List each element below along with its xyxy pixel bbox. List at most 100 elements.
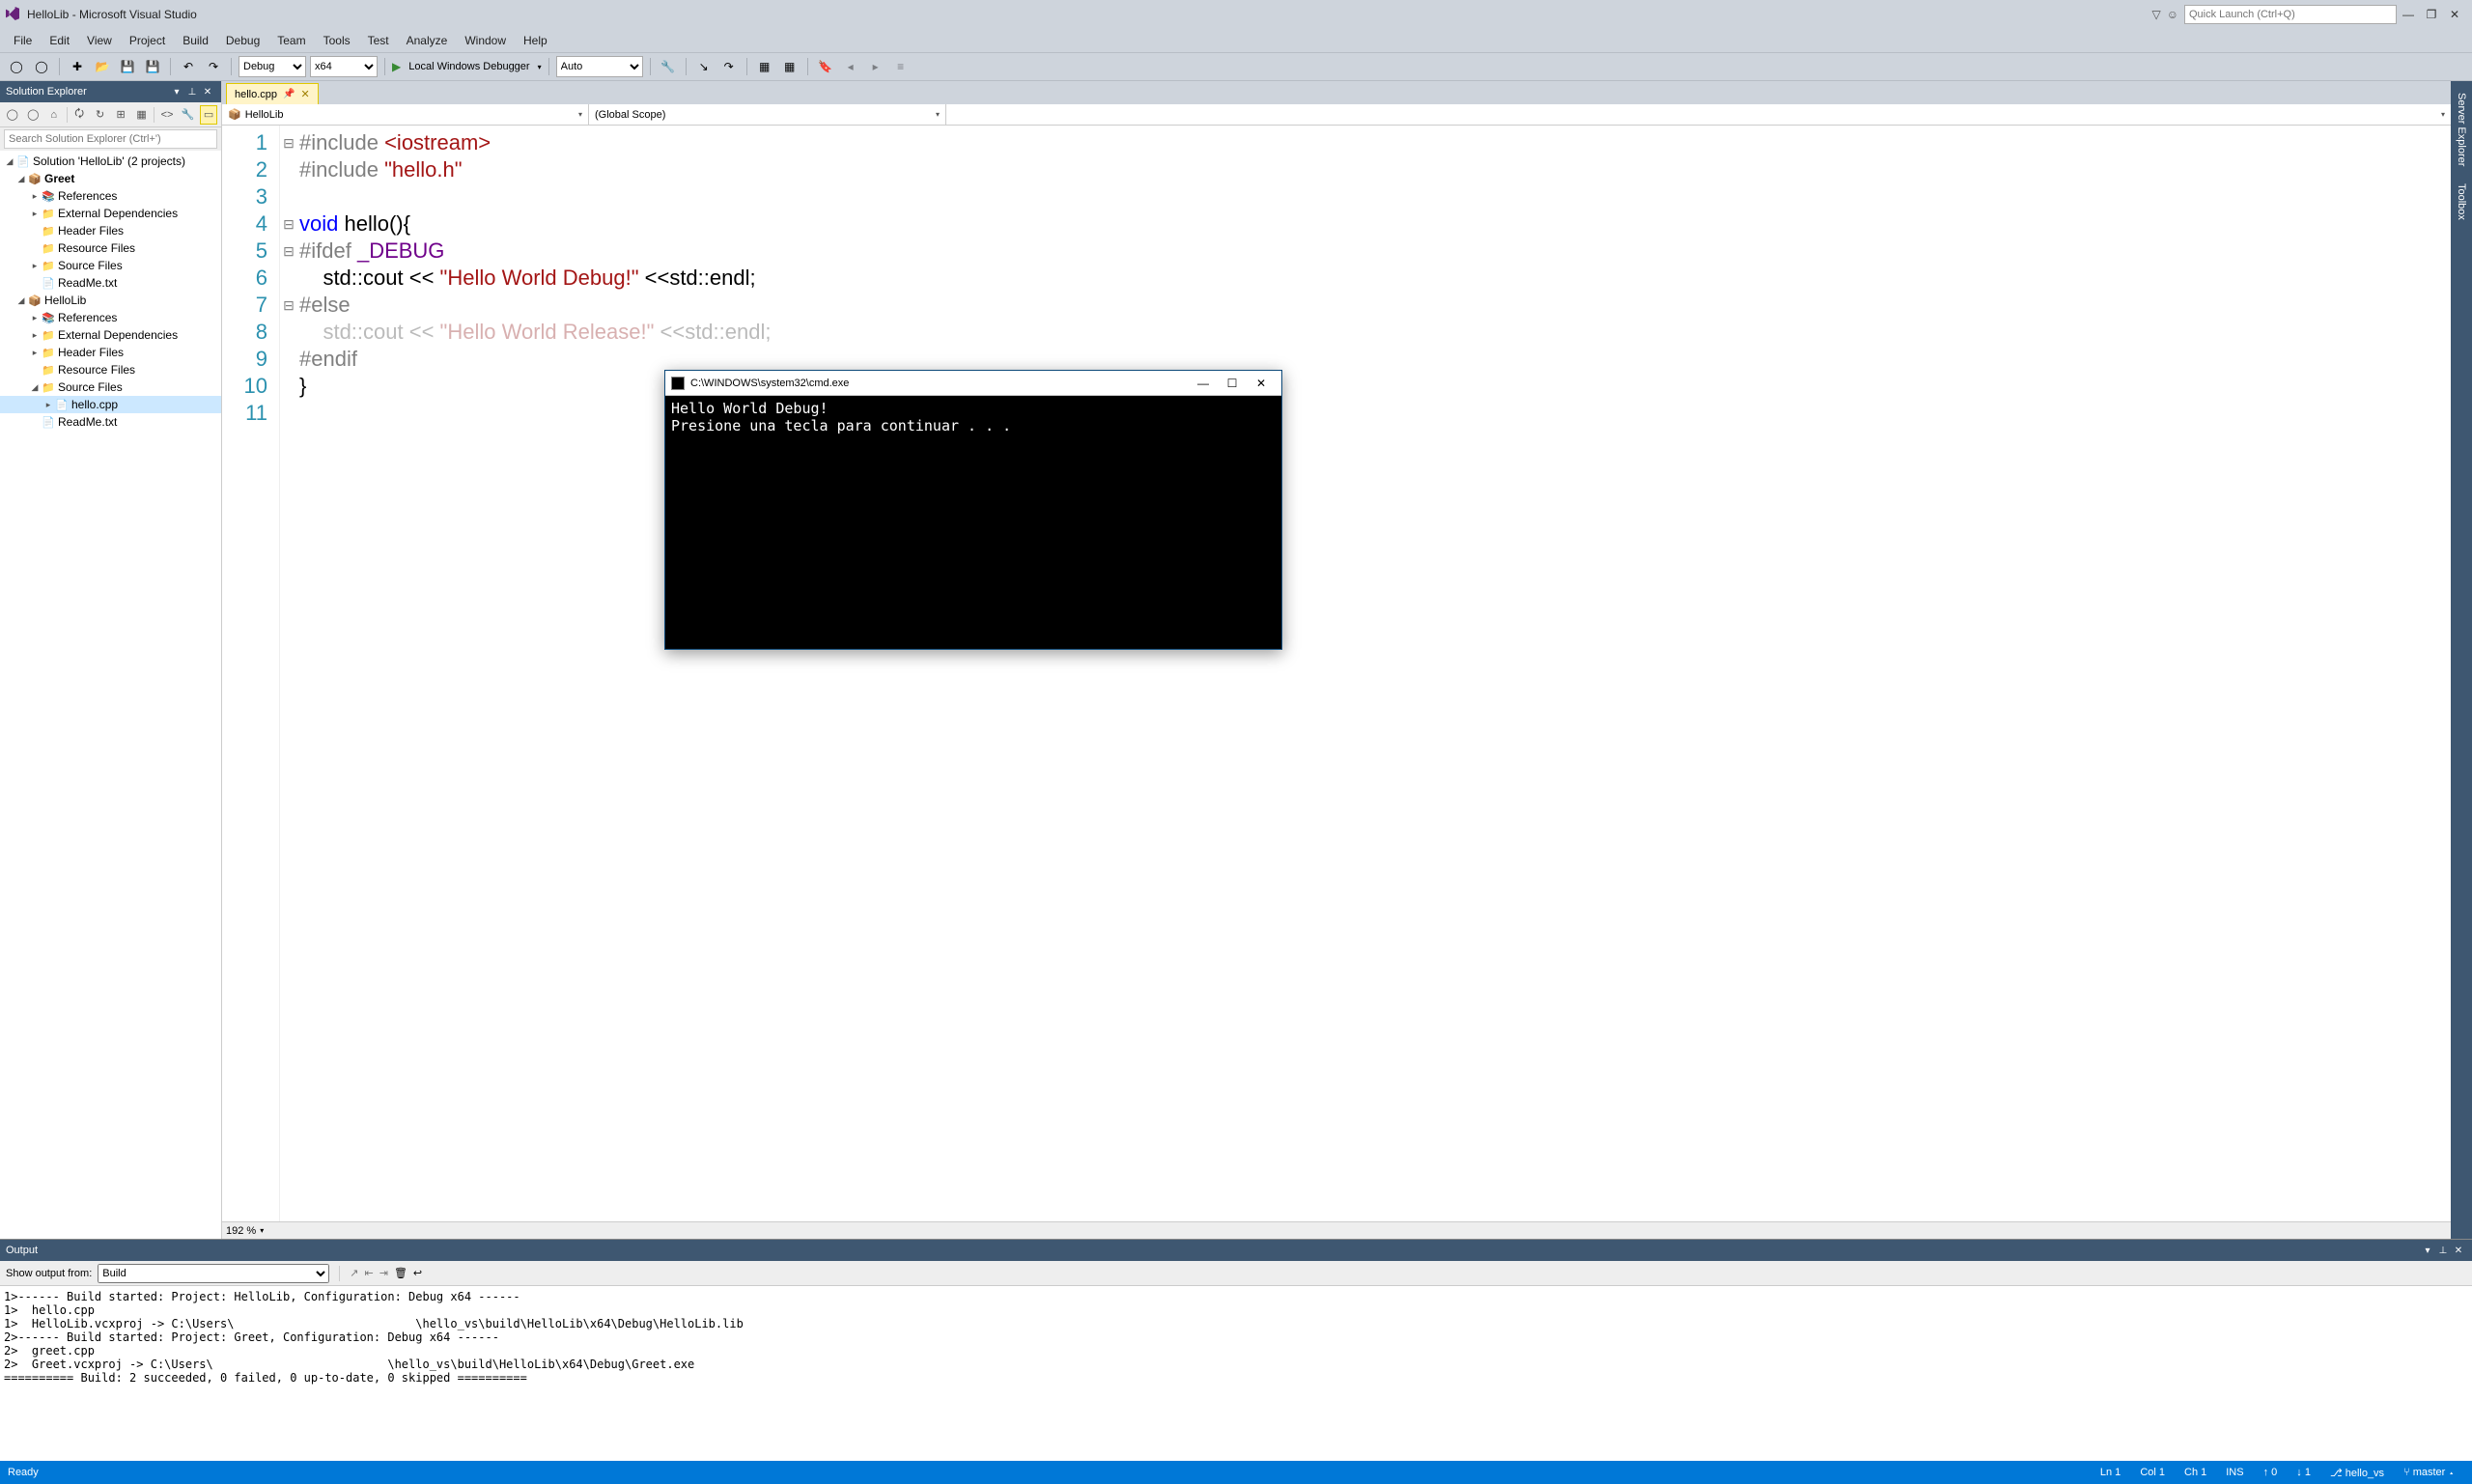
console-minimize-icon[interactable]: — — [1189, 377, 1218, 390]
panel-pin-icon[interactable]: ⊥ — [184, 87, 200, 98]
save-all-icon[interactable]: 💾 — [142, 56, 163, 77]
zoom-level[interactable]: 192 % — [226, 1225, 256, 1237]
se-fwd-icon[interactable]: ◯ — [25, 105, 42, 125]
debugger-label[interactable]: Local Windows Debugger — [405, 61, 533, 72]
status-up[interactable]: ↑ 0 — [2254, 1467, 2288, 1478]
menu-window[interactable]: Window — [457, 32, 514, 49]
project-greet[interactable]: ◢📦 Greet — [0, 170, 221, 187]
minimize-button[interactable]: — — [2397, 8, 2420, 21]
menu-team[interactable]: Team — [269, 32, 313, 49]
undo-icon[interactable]: ↶ — [178, 56, 199, 77]
nav-project-dropdown[interactable]: 📦 HelloLib ▾ — [222, 104, 589, 125]
quick-launch-input[interactable] — [2184, 5, 2397, 24]
toolbox-tab[interactable]: Toolbox — [2454, 180, 2469, 224]
menu-view[interactable]: View — [79, 32, 120, 49]
save-icon[interactable]: 💾 — [117, 56, 138, 77]
play-icon[interactable]: ▶ — [392, 60, 401, 73]
toolbar-icon-3[interactable]: ▦ — [779, 56, 801, 77]
menu-help[interactable]: Help — [516, 32, 555, 49]
output-pin-icon[interactable]: ⊥ — [2435, 1246, 2451, 1256]
nav-back-icon[interactable]: ◯ — [6, 56, 27, 77]
console-body[interactable]: Hello World Debug! Presione una tecla pa… — [665, 396, 1281, 649]
out-goto-icon[interactable]: ↗ — [350, 1267, 358, 1279]
menu-analyze[interactable]: Analyze — [399, 32, 456, 49]
se-refresh-icon[interactable]: ↻ — [92, 105, 109, 125]
project-hellolib[interactable]: ◢📦 HelloLib — [0, 292, 221, 309]
close-button[interactable]: ✕ — [2443, 8, 2466, 21]
out-clear-icon[interactable]: 🗑 — [394, 1267, 407, 1279]
se-home-icon[interactable]: ⌂ — [45, 105, 63, 125]
config-select[interactable]: Debug — [239, 56, 306, 77]
se-collapse-icon[interactable]: ⊞ — [112, 105, 129, 125]
hellolib-external-deps[interactable]: ▸📁External Dependencies — [0, 326, 221, 344]
out-prev-icon[interactable]: ⇤ — [365, 1267, 374, 1279]
menu-project[interactable]: Project — [122, 32, 173, 49]
solution-node[interactable]: ◢📄 Solution 'HelloLib' (2 projects) — [0, 153, 221, 170]
step-into-icon[interactable]: ↘ — [693, 56, 715, 77]
se-showall-icon[interactable]: ▦ — [133, 105, 151, 125]
greet-external-deps[interactable]: ▸📁External Dependencies — [0, 205, 221, 222]
se-sync-icon[interactable]: 🗘 — [70, 105, 88, 125]
menu-test[interactable]: Test — [360, 32, 397, 49]
menu-build[interactable]: Build — [175, 32, 216, 49]
se-code-icon[interactable]: <> — [158, 105, 176, 125]
se-back-icon[interactable]: ◯ — [4, 105, 21, 125]
restore-button[interactable]: ❐ — [2420, 8, 2443, 21]
panel-dropdown-icon[interactable]: ▾ — [169, 87, 184, 98]
hellolib-references[interactable]: ▸📚References — [0, 309, 221, 326]
platform-select[interactable]: x64 — [310, 56, 378, 77]
greet-resource-files[interactable]: 📁Resource Files — [0, 239, 221, 257]
toolbar-icon-1[interactable]: 🔧 — [658, 56, 679, 77]
greet-source-files[interactable]: ▸📁Source Files — [0, 257, 221, 274]
greet-readme[interactable]: 📄ReadMe.txt — [0, 274, 221, 292]
file-hello-cpp[interactable]: ▸📄hello.cpp — [0, 396, 221, 413]
out-wrap-icon[interactable]: ↩ — [413, 1267, 422, 1279]
notifications-icon[interactable]: ▽ — [2152, 8, 2161, 21]
tab-hello-cpp[interactable]: hello.cpp 📌 ✕ — [226, 83, 319, 104]
menu-tools[interactable]: Tools — [316, 32, 358, 49]
output-text[interactable]: 1>------ Build started: Project: HelloLi… — [0, 1286, 2472, 1461]
hellolib-resource-files[interactable]: 📁Resource Files — [0, 361, 221, 378]
console-titlebar[interactable]: C:\WINDOWS\system32\cmd.exe — ☐ ✕ — [665, 371, 1281, 396]
menu-debug[interactable]: Debug — [218, 32, 267, 49]
console-maximize-icon[interactable]: ☐ — [1218, 377, 1247, 390]
se-preview-icon[interactable]: ▭ — [200, 105, 217, 125]
menu-file[interactable]: File — [6, 32, 40, 49]
step-over-icon[interactable]: ↷ — [718, 56, 740, 77]
new-project-icon[interactable]: ✚ — [67, 56, 88, 77]
toolbar-icon-5[interactable]: ▸ — [865, 56, 886, 77]
hellolib-source-files[interactable]: ◢📁Source Files — [0, 378, 221, 396]
toolbar-icon-6[interactable]: ≡ — [890, 56, 912, 77]
status-branch[interactable]: ⑂ master ▴ — [2394, 1467, 2464, 1478]
greet-header-files[interactable]: 📁Header Files — [0, 222, 221, 239]
console-close-icon[interactable]: ✕ — [1247, 377, 1276, 390]
out-next-icon[interactable]: ⇥ — [379, 1267, 388, 1279]
greet-references[interactable]: ▸📚References — [0, 187, 221, 205]
nav-fwd-icon[interactable]: ◯ — [31, 56, 52, 77]
status-repo[interactable]: ⎇ hello_vs — [2320, 1467, 2394, 1479]
hellolib-header-files[interactable]: ▸📁Header Files — [0, 344, 221, 361]
open-file-icon[interactable]: 📂 — [92, 56, 113, 77]
server-explorer-tab[interactable]: Server Explorer — [2454, 89, 2469, 170]
auto-select[interactable]: Auto — [556, 56, 643, 77]
tab-close-icon[interactable]: ✕ — [301, 88, 310, 100]
output-dropdown-icon[interactable]: ▾ — [2420, 1246, 2435, 1256]
feedback-icon[interactable]: ☺ — [2167, 8, 2178, 21]
panel-close-icon[interactable]: ✕ — [200, 87, 215, 98]
status-down[interactable]: ↓ 1 — [2287, 1467, 2320, 1478]
se-search-input[interactable] — [4, 129, 217, 149]
toolbar-icon-4[interactable]: ◂ — [840, 56, 861, 77]
se-properties-icon[interactable]: 🔧 — [180, 105, 197, 125]
toolbar-icon-2[interactable]: ▦ — [754, 56, 775, 77]
output-close-icon[interactable]: ✕ — [2451, 1246, 2466, 1256]
nav-scope-dropdown[interactable]: (Global Scope) ▾ — [589, 104, 946, 125]
menu-edit[interactable]: Edit — [42, 32, 77, 49]
pin-icon[interactable]: 📌 — [283, 89, 295, 99]
code-editor[interactable]: 1234567891011 ⊟⊟⊟⊟ #include <iostream>#i… — [222, 126, 2451, 1221]
console-window[interactable]: C:\WINDOWS\system32\cmd.exe — ☐ ✕ Hello … — [664, 370, 1282, 650]
nav-member-dropdown[interactable]: ▾ — [946, 104, 2451, 125]
show-output-from-select[interactable]: Build — [98, 1264, 329, 1283]
redo-icon[interactable]: ↷ — [203, 56, 224, 77]
bookmark-icon[interactable]: 🔖 — [815, 56, 836, 77]
hellolib-readme[interactable]: 📄ReadMe.txt — [0, 413, 221, 431]
